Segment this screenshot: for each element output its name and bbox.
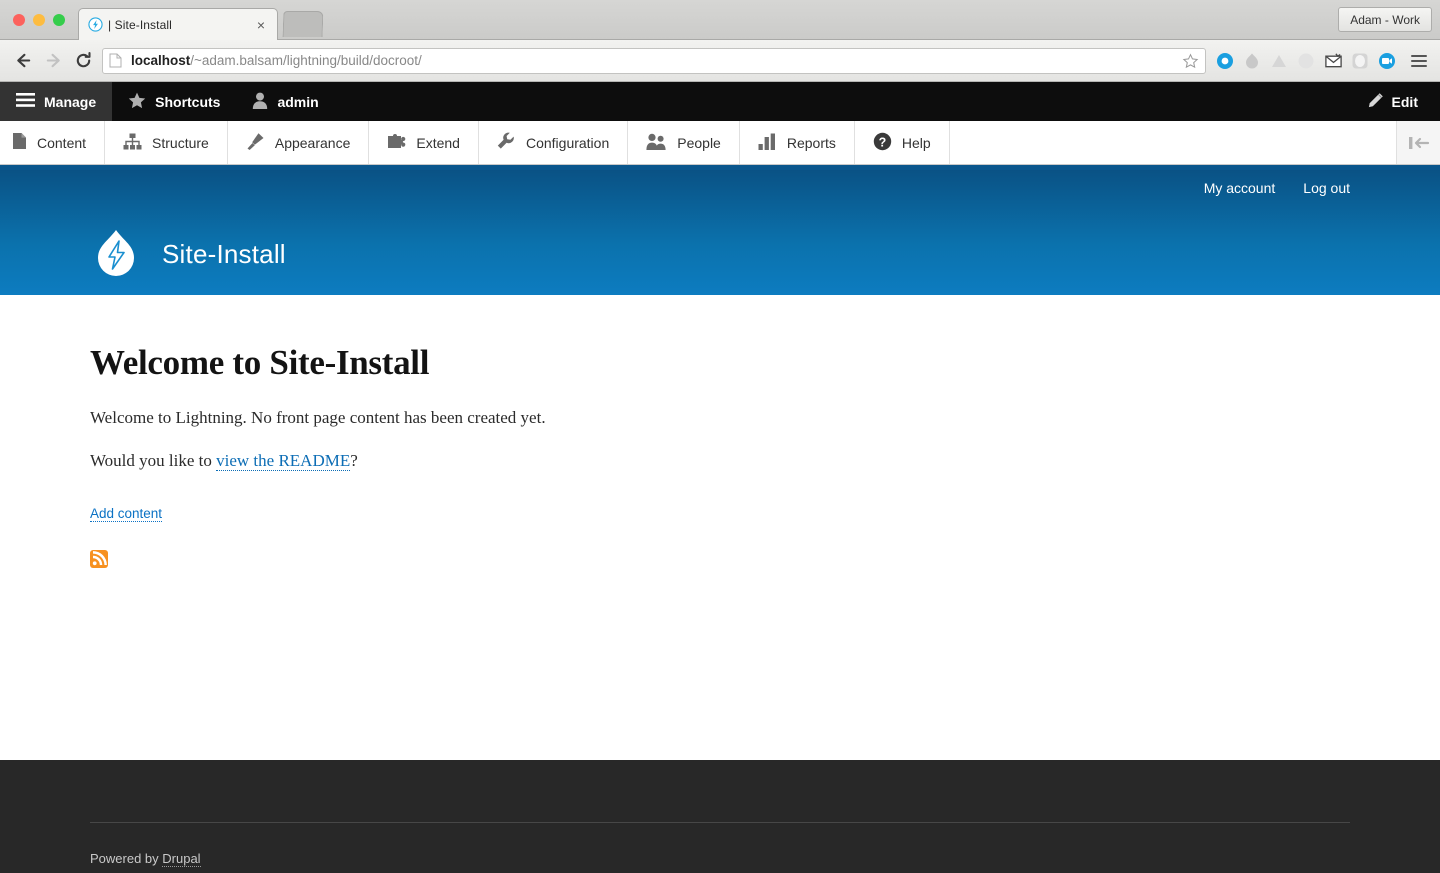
tray-item-label: Appearance [274, 134, 351, 151]
log-out-link[interactable]: Log out [1303, 180, 1350, 196]
star-icon [128, 92, 146, 112]
file-icon [12, 132, 27, 153]
drive-triangle-extension-icon[interactable] [1268, 50, 1290, 72]
tray-item-appearance[interactable]: Appearance [228, 121, 370, 164]
bookmark-star-icon[interactable] [1182, 52, 1199, 75]
site-branding[interactable]: Site-Install [90, 228, 286, 280]
rounded-square-extension-icon[interactable] [1349, 50, 1371, 72]
address-bar[interactable]: localhost/~adam.balsam/lightning/build/d… [102, 47, 1206, 75]
browser-nav-bar: localhost/~adam.balsam/lightning/build/d… [0, 40, 1440, 82]
site-banner: My account Log out Site-Install [0, 170, 1440, 295]
my-account-link[interactable]: My account [1204, 180, 1276, 196]
browser-tab[interactable]: | Site-Install × [78, 8, 278, 40]
video-camera-extension-icon[interactable] [1376, 50, 1398, 72]
puzzle-piece-icon [387, 133, 406, 153]
svg-text:?: ? [879, 135, 887, 149]
readme-prefix: Would you like to [90, 450, 217, 470]
site-footer: Powered by Drupal [0, 760, 1440, 873]
reload-button[interactable] [68, 46, 98, 76]
toolbar-item-manage[interactable]: Manage [0, 82, 113, 121]
toolbar-item-label: admin [277, 93, 319, 110]
toolbar-edit-button[interactable]: Edit [1351, 82, 1440, 121]
address-bar-path: /~adam.balsam/lightning/build/docroot/ [190, 53, 422, 68]
close-window-button[interactable] [13, 14, 25, 26]
page-title: Welcome to Site-Install [90, 343, 430, 382]
readme-suffix: ? [350, 450, 358, 470]
user-icon [252, 92, 268, 112]
powered-by-text: Powered by Drupal [90, 851, 201, 867]
tray-item-content[interactable]: Content [0, 121, 106, 164]
address-bar-url: localhost/~adam.balsam/lightning/build/d… [131, 53, 422, 68]
main-content: Welcome to Site-Install Welcome to Light… [0, 295, 1440, 760]
tray-item-label: Configuration [525, 134, 610, 151]
lightning-droplet-logo [90, 228, 142, 280]
site-name: Site-Install [162, 238, 286, 269]
question-mark-icon: ? [873, 132, 892, 154]
minimize-window-button[interactable] [33, 14, 45, 26]
tray-item-label: Structure [152, 134, 209, 151]
paintbrush-icon [246, 132, 265, 153]
hamburger-icon [16, 93, 35, 110]
people-icon [646, 133, 667, 153]
maximize-window-button[interactable] [53, 14, 65, 26]
tray-item-reports[interactable]: Reports [740, 121, 855, 164]
lightning-bolt-favicon [87, 17, 103, 33]
window-controls [13, 14, 65, 26]
readme-paragraph: Would you like to view the README? [90, 448, 1350, 474]
drupal-droplet-extension-icon[interactable] [1241, 50, 1263, 72]
toolbar-item-label: Shortcuts [155, 93, 221, 110]
tray-item-label: Extend [416, 134, 460, 151]
tray-item-label: Reports [786, 134, 836, 151]
browser-extension-icons [1214, 50, 1402, 72]
welcome-paragraph: Welcome to Lightning. No front page cont… [90, 408, 546, 427]
drupal-toolbar-tray: Content Structure Appearance Extend Conf… [0, 121, 1440, 165]
tray-item-label: Content [37, 134, 87, 151]
browser-tab-title: | Site-Install [108, 17, 172, 32]
drupal-admin-toolbar: Manage Shortcuts admin Edit [0, 82, 1440, 121]
account-links: My account Log out [1204, 180, 1440, 196]
tray-item-people[interactable]: People [628, 121, 740, 164]
new-tab-button[interactable] [282, 11, 324, 37]
tray-item-structure[interactable]: Structure [105, 121, 228, 164]
view-readme-link[interactable]: view the README [216, 450, 351, 471]
toolbar-item-shortcuts[interactable]: Shortcuts [112, 82, 236, 121]
browser-tab-strip: | Site-Install × Adam - Work [0, 0, 1440, 40]
rss-feed-link[interactable] [90, 550, 1350, 568]
toolbar-item-label: Manage [44, 93, 97, 110]
browser-profile-chip[interactable]: Adam - Work [1338, 7, 1432, 32]
circle-swirl-extension-icon[interactable] [1295, 50, 1317, 72]
tray-item-extend[interactable]: Extend [369, 121, 479, 164]
blue-ring-extension-icon[interactable] [1214, 50, 1236, 72]
wrench-icon [497, 132, 516, 153]
close-tab-button[interactable]: × [253, 18, 269, 32]
address-bar-host: localhost [131, 53, 191, 68]
back-button[interactable] [8, 46, 38, 76]
drupal-link[interactable]: Drupal [162, 851, 201, 867]
tray-item-help[interactable]: ? Help [855, 121, 950, 164]
mail-envelope-extension-icon[interactable] [1322, 50, 1344, 72]
tray-item-label: Help [901, 134, 931, 151]
toolbar-item-admin-user[interactable]: admin [236, 82, 334, 121]
browser-menu-button[interactable] [1406, 54, 1432, 67]
pencil-icon [1367, 92, 1384, 112]
bar-chart-icon [758, 133, 777, 153]
toolbar-edit-label: Edit [1391, 93, 1418, 110]
tray-item-configuration[interactable]: Configuration [479, 121, 629, 164]
collapse-tray-icon[interactable] [1396, 121, 1440, 164]
footer-divider [90, 822, 1350, 823]
forward-button[interactable] [38, 46, 68, 76]
add-content-link[interactable]: Add content [90, 506, 163, 522]
rss-feed-icon [90, 550, 108, 568]
browser-window: | Site-Install × Adam - Work localhost/~… [0, 0, 1440, 873]
page-document-icon [109, 53, 125, 68]
tray-item-label: People [677, 134, 721, 151]
powered-by-prefix: Powered by [90, 851, 163, 866]
sitemap-icon [123, 133, 142, 153]
